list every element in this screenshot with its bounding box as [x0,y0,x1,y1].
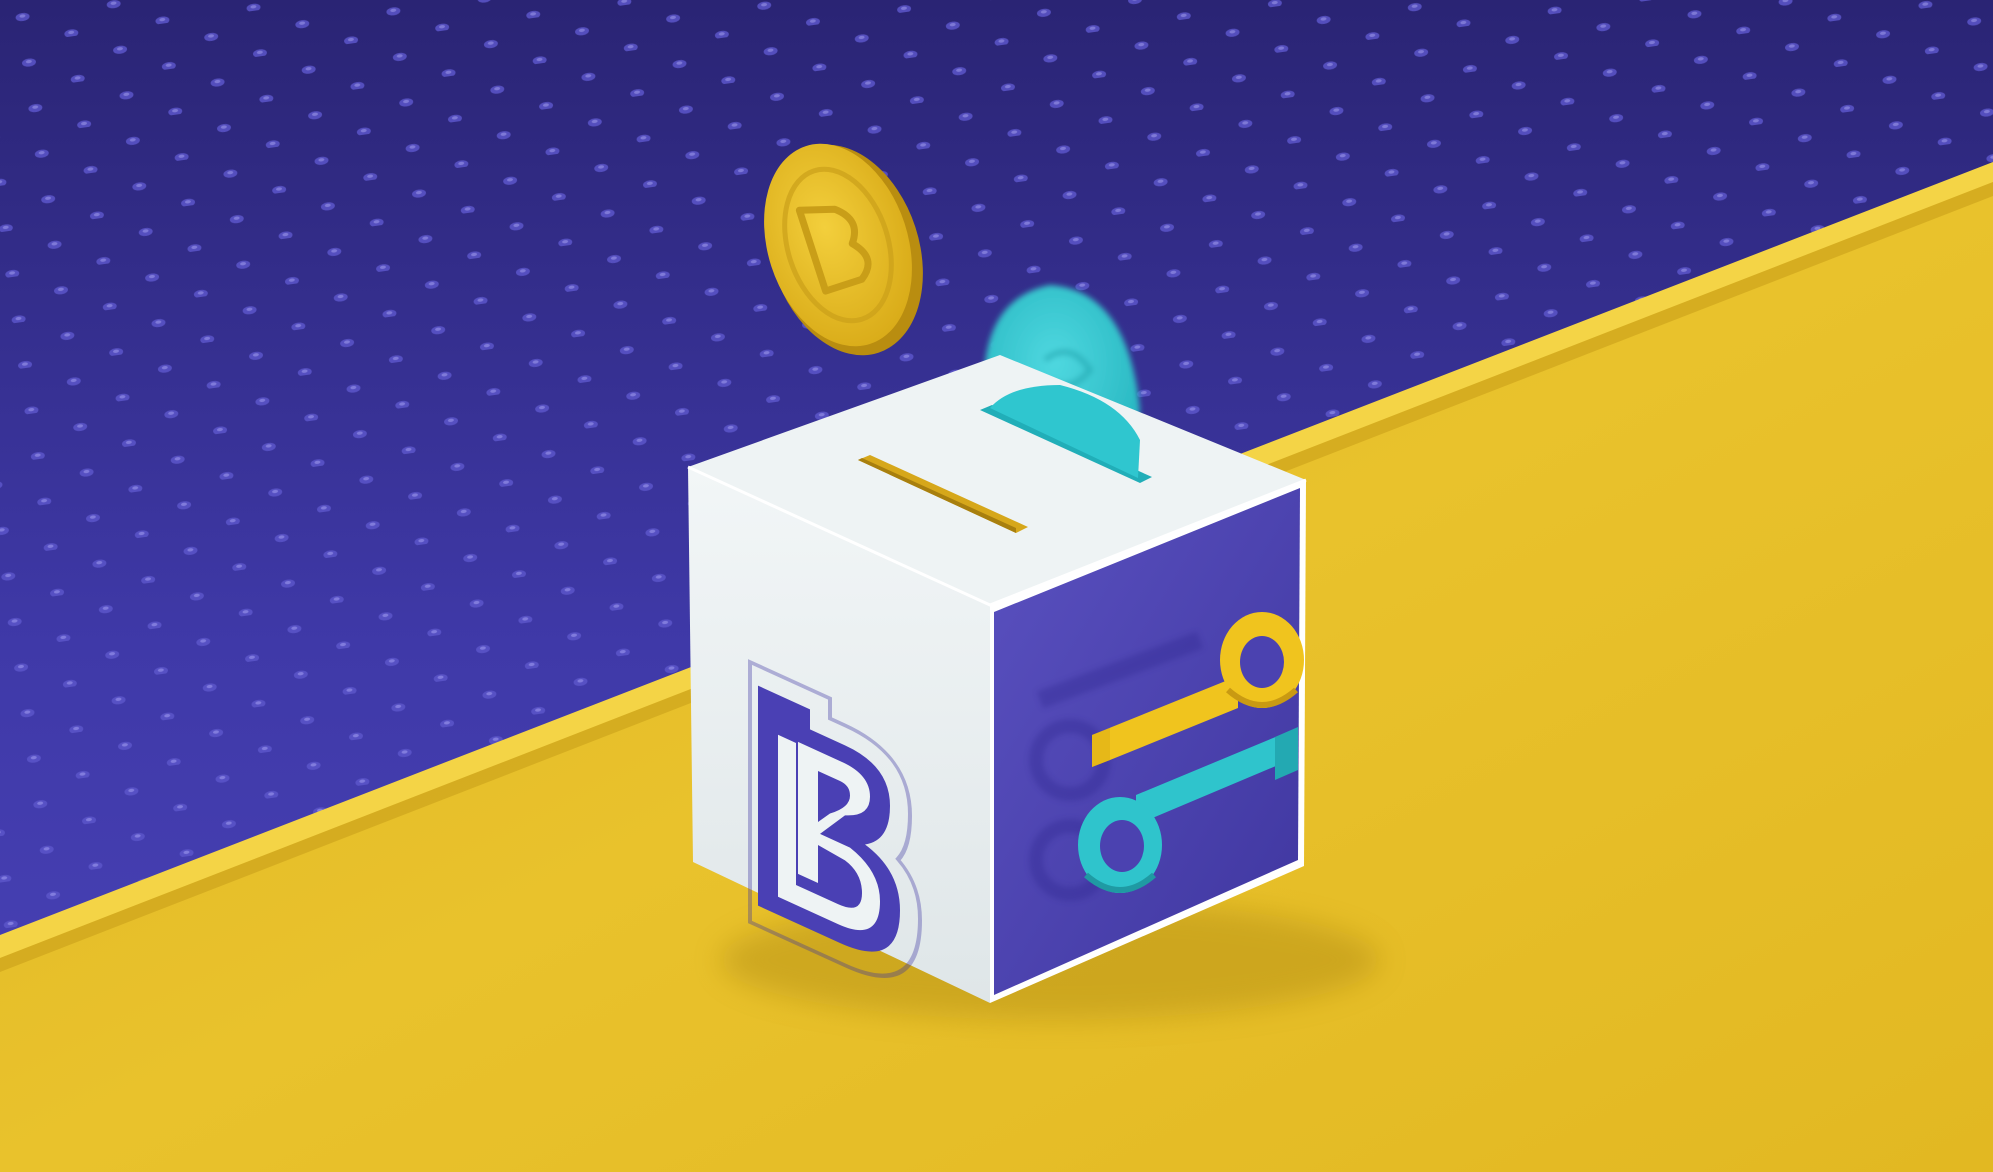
illustration-canvas [0,0,1993,1172]
